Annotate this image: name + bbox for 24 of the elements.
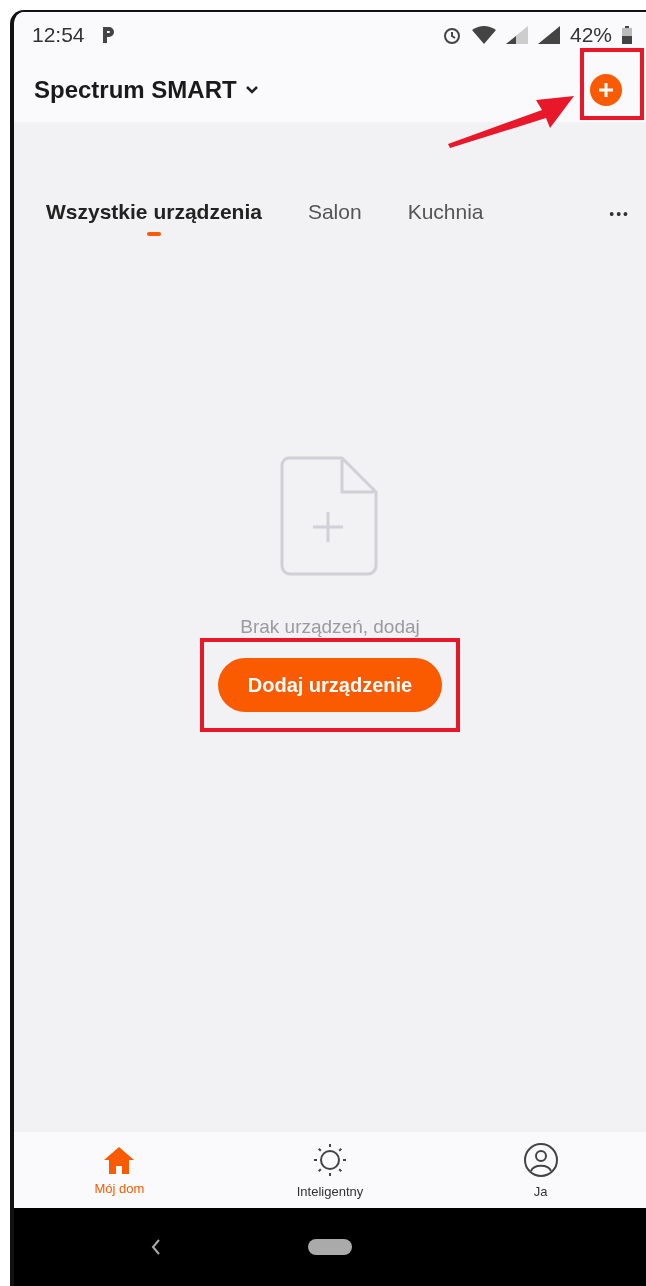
room-tab[interactable]: Salon (307, 200, 362, 236)
alarm-icon (441, 25, 462, 45)
room-tab[interactable]: Wszystkie urządzenia (46, 200, 262, 236)
wifi-icon (471, 26, 496, 44)
parking-icon (100, 26, 115, 44)
signal-icon (537, 26, 560, 44)
status-time: 12:54 (32, 23, 85, 47)
back-icon[interactable] (150, 1238, 162, 1256)
empty-message: Brak urządzeń, dodaj (240, 616, 420, 638)
plus-icon (597, 81, 615, 99)
home-pill[interactable] (308, 1239, 352, 1255)
user-icon (522, 1141, 559, 1178)
nav-tab[interactable]: Inteligentny (224, 1132, 436, 1208)
chevron-down-icon[interactable] (244, 85, 259, 95)
add-document-icon (280, 456, 380, 576)
battery-percent: 42% (569, 23, 612, 47)
room-tab[interactable]: Kuchnia (407, 200, 484, 236)
more-button[interactable]: ••• (609, 206, 630, 222)
home-title[interactable]: Spectrum SMART (34, 76, 237, 104)
sun-icon (312, 1141, 348, 1178)
nav-tab[interactable]: Ja (435, 1132, 646, 1208)
battery-icon (622, 26, 632, 44)
add-button[interactable] (590, 74, 622, 106)
signal-icon (505, 26, 528, 44)
